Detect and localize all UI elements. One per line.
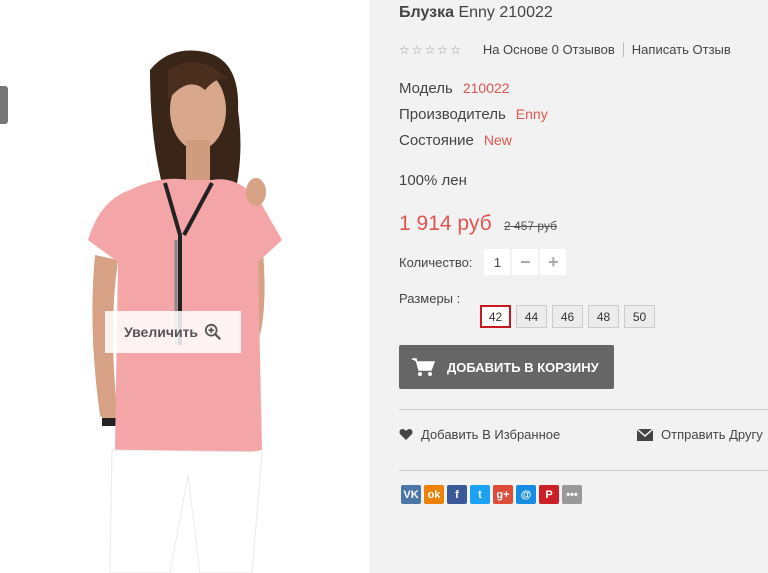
star-icon: ☆ xyxy=(424,42,436,57)
vk-icon[interactable]: VK xyxy=(401,485,421,504)
gallery-prev-arrow[interactable] xyxy=(0,86,8,124)
product-image-pane: Увеличить xyxy=(0,0,369,573)
size-option[interactable]: 46 xyxy=(552,305,583,328)
write-review-link[interactable]: Написать Отзыв xyxy=(632,42,731,57)
star-icon: ☆ xyxy=(450,42,461,57)
spec-model-label: Модель xyxy=(399,80,453,97)
zoom-label: Увеличить xyxy=(123,324,199,340)
current-price: 1 914 руб xyxy=(399,212,492,235)
star-icon: ☆ xyxy=(399,42,410,57)
old-price: 2 457 руб xyxy=(504,219,557,233)
quantity-input[interactable]: 1 xyxy=(484,249,511,275)
product-description: 100% лен xyxy=(399,172,467,189)
spec-maker: Производитель Enny xyxy=(399,106,548,123)
quantity-decrease-button[interactable]: − xyxy=(512,249,539,275)
spec-state-label: Состояние xyxy=(399,132,474,149)
add-to-cart-label: ДОБАВИТЬ В КОРЗИНУ xyxy=(447,359,599,375)
quantity-row: Количество: 1 − + xyxy=(399,249,567,275)
sizes-label: Размеры : xyxy=(399,291,461,306)
rating-stars: ☆ ☆ ☆ ☆ ☆ xyxy=(399,43,461,57)
google-plus-icon[interactable]: g+ xyxy=(493,485,513,504)
divider xyxy=(399,409,768,410)
size-option[interactable]: 42 xyxy=(480,305,511,328)
size-option[interactable]: 44 xyxy=(516,305,547,328)
quantity-label: Количество: xyxy=(399,254,473,270)
quantity-increase-button[interactable]: + xyxy=(540,249,567,275)
social-share-bar: VK ok f t g+ @ P ••• xyxy=(401,485,582,504)
odnoklassniki-icon[interactable]: ok xyxy=(424,485,444,504)
reviews-link[interactable]: На Основе 0 Отзывов xyxy=(483,42,615,57)
facebook-icon[interactable]: f xyxy=(447,485,467,504)
product-info-pane: Блузка Enny 210022 ☆ ☆ ☆ ☆ ☆ На Основе 0… xyxy=(369,0,768,573)
size-selector: 42 44 46 48 50 xyxy=(480,305,655,328)
zoom-button[interactable]: Увеличить xyxy=(105,311,241,353)
mail-icon[interactable]: @ xyxy=(516,485,536,504)
divider xyxy=(399,470,768,471)
add-to-cart-button[interactable]: ДОБАВИТЬ В КОРЗИНУ xyxy=(399,345,614,389)
spec-maker-label: Производитель xyxy=(399,106,506,123)
zoom-in-icon xyxy=(204,323,222,340)
twitter-icon[interactable]: t xyxy=(470,485,490,504)
pinterest-icon[interactable]: P xyxy=(539,485,559,504)
cart-icon xyxy=(412,358,435,376)
product-title: Блузка Enny 210022 xyxy=(399,4,553,22)
spec-state-value: New xyxy=(483,132,512,148)
send-to-friend-label: Отправить Другу xyxy=(661,427,763,442)
envelope-icon xyxy=(637,428,653,441)
size-option[interactable]: 50 xyxy=(624,305,655,328)
spec-maker-value[interactable]: Enny xyxy=(516,106,548,122)
price-row: 1 914 руб 2 457 руб xyxy=(399,212,557,236)
size-option[interactable]: 48 xyxy=(588,305,619,328)
spec-state: Состояние New xyxy=(399,132,512,149)
spec-model: Модель 210022 xyxy=(399,80,510,97)
wishlist-link[interactable]: Добавить В Избранное xyxy=(399,427,560,442)
star-icon: ☆ xyxy=(437,42,449,57)
product-name: Блузка xyxy=(399,4,454,21)
heart-icon xyxy=(399,428,413,440)
more-share-icon[interactable]: ••• xyxy=(562,485,582,504)
star-icon: ☆ xyxy=(411,42,423,57)
wishlist-label: Добавить В Избранное xyxy=(421,427,561,442)
spec-model-value: 210022 xyxy=(462,80,510,96)
product-brand-model: Enny 210022 xyxy=(458,4,553,21)
product-photo[interactable] xyxy=(0,0,369,573)
divider xyxy=(622,42,624,57)
send-to-friend-link[interactable]: Отправить Другу xyxy=(637,427,763,442)
rating-row: ☆ ☆ ☆ ☆ ☆ На Основе 0 Отзывов Написать О… xyxy=(399,42,731,57)
